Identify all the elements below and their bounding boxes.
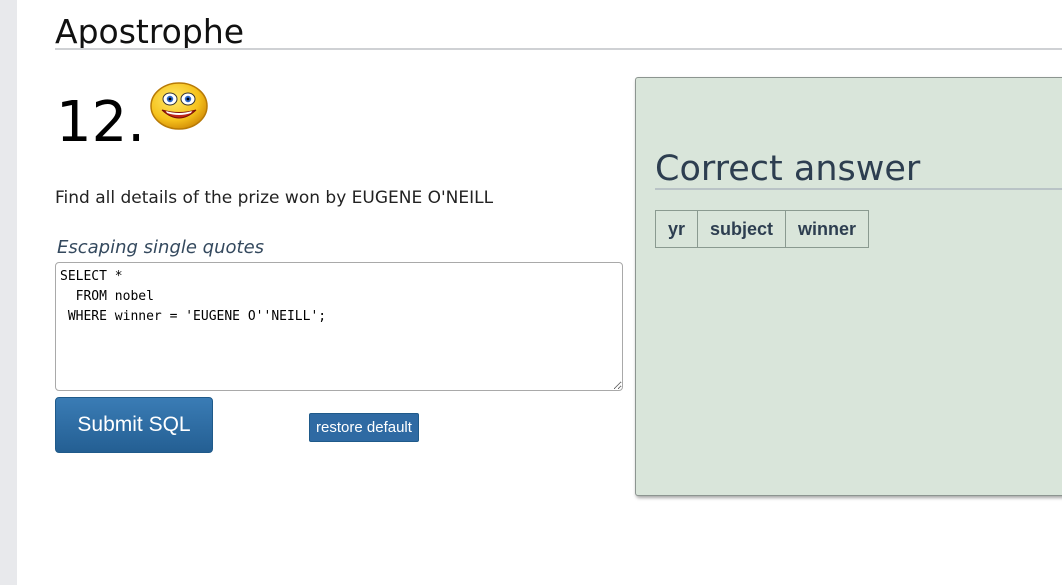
left-rail: [0, 0, 17, 585]
result-table: yr subject winner: [654, 210, 870, 248]
question-prompt: Find all details of the prize won by EUG…: [55, 188, 494, 208]
column-header-winner: winner: [785, 210, 870, 248]
smiley-icon: [150, 82, 208, 130]
sql-editor[interactable]: SELECT * FROM nobel WHERE winner = 'EUGE…: [55, 262, 623, 391]
answer-title: Correct answer: [655, 149, 921, 189]
restore-default-button[interactable]: restore default: [309, 413, 419, 442]
column-header-yr: yr: [654, 210, 699, 248]
submit-sql-button[interactable]: Submit SQL: [55, 397, 213, 453]
question-number: 12.: [56, 90, 146, 155]
result-header-row: yr subject winner: [654, 210, 870, 248]
column-header-subject: subject: [697, 210, 787, 248]
answer-panel: Correct answer yr subject winner: [635, 77, 1062, 496]
question-hint: Escaping single quotes: [57, 237, 265, 258]
answer-divider: [655, 188, 1062, 190]
title-divider: [55, 48, 1062, 50]
